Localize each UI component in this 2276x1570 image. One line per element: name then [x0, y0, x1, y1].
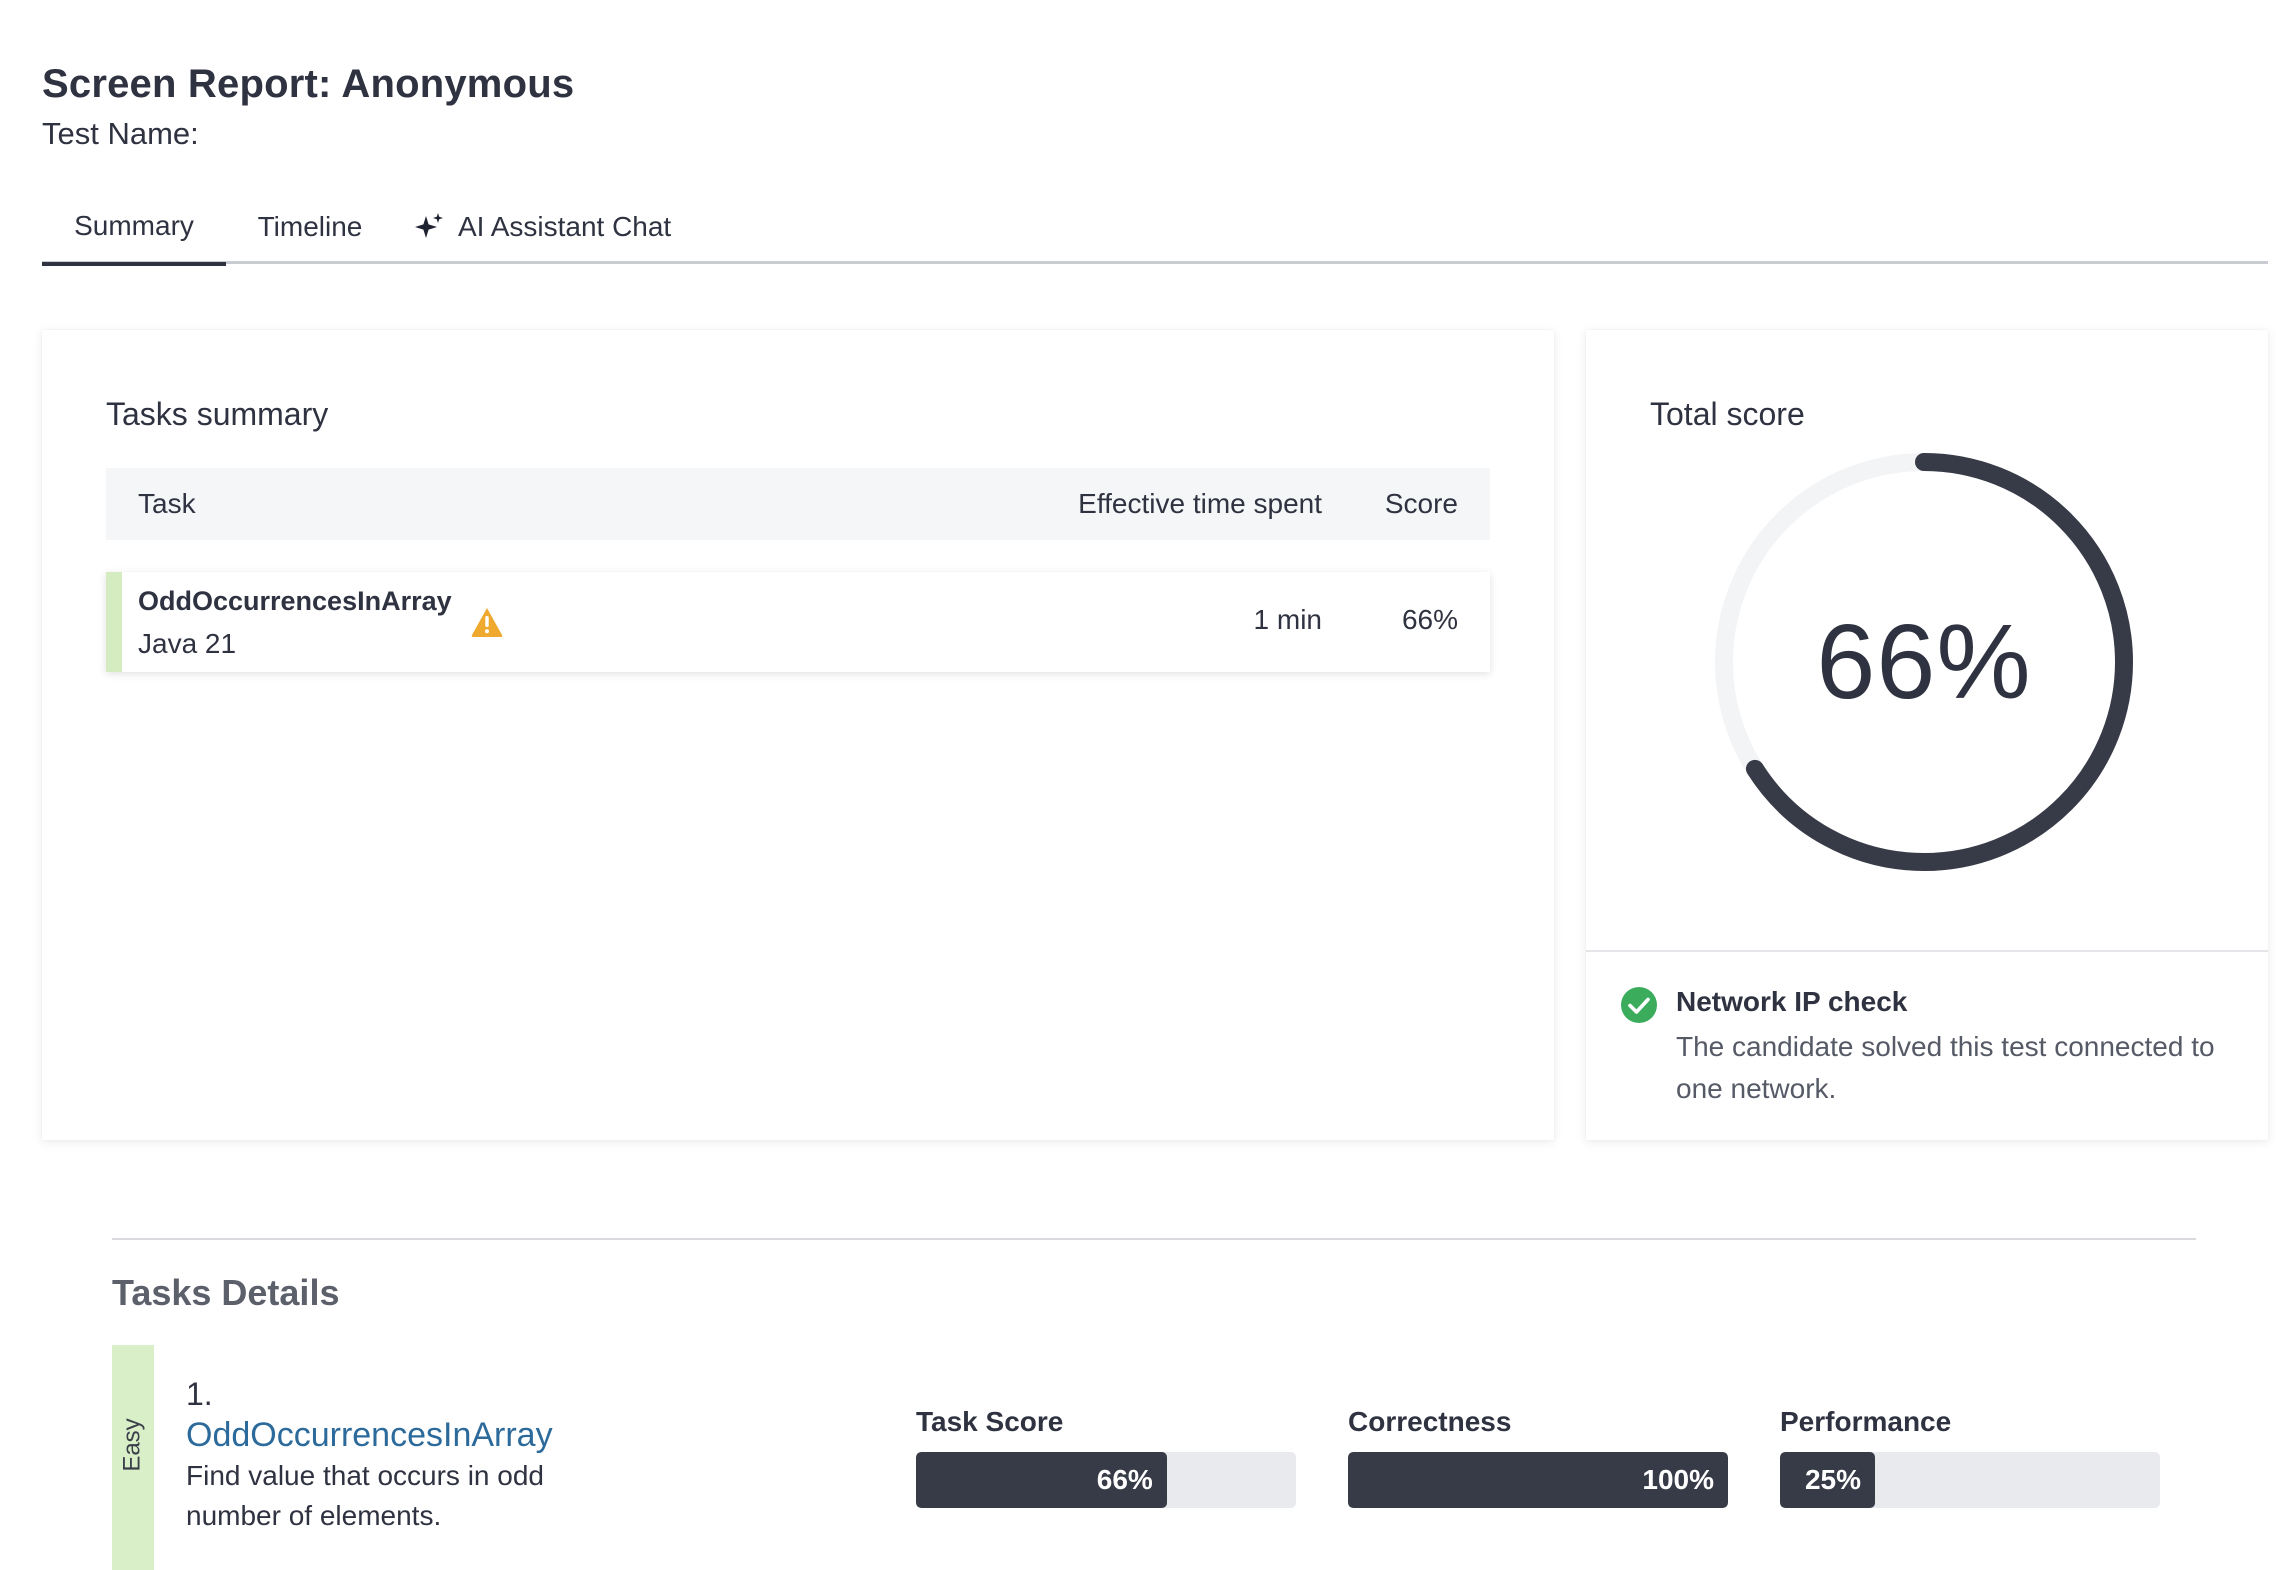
- metric-label: Performance: [1780, 1406, 1952, 1437]
- tasks-details-title: Tasks Details: [112, 1272, 340, 1313]
- divider: [112, 1238, 2196, 1240]
- metric-correctness: Correctness 100%: [1348, 1406, 1728, 1508]
- tab-timeline-label: Timeline: [257, 211, 363, 242]
- divider: [1586, 950, 2268, 952]
- metric-label: Correctness: [1348, 1406, 1512, 1437]
- task-language: Java 21: [138, 628, 237, 659]
- tasks-summary-card: Tasks summary Task Effective time spent …: [42, 330, 1554, 1140]
- metric-task-score: Task Score 66%: [916, 1406, 1296, 1508]
- report-page: Screen Report: Anonymous Test Name: Summ…: [0, 0, 2276, 1570]
- progress-bar-fill: 25%: [1780, 1452, 1875, 1508]
- progress-bar-track: 25%: [1780, 1452, 2160, 1508]
- task-score: 66%: [1401, 604, 1458, 635]
- tab-summary[interactable]: Summary: [42, 190, 226, 266]
- progress-bar-fill: 100%: [1348, 1452, 1728, 1508]
- difficulty-label-wrap: Easy: [112, 1345, 154, 1545]
- column-header-task: Task: [138, 488, 196, 519]
- tab-summary-label: Summary: [74, 210, 194, 241]
- warning-icon[interactable]: [470, 606, 504, 638]
- progress-bar-track: 100%: [1348, 1452, 1728, 1508]
- task-number: 1.: [186, 1376, 213, 1412]
- sparkle-icon: [415, 213, 443, 238]
- table-row[interactable]: OddOccurrencesInArray Java 21 1 min 66%: [106, 572, 1490, 672]
- network-ip-check-title: Network IP check: [1676, 986, 1908, 1017]
- metric-label: Task Score: [916, 1406, 1064, 1437]
- tab-timeline[interactable]: Timeline: [226, 190, 394, 264]
- metric-performance: Performance 25%: [1780, 1406, 2160, 1508]
- check-circle-icon: [1621, 987, 1657, 1023]
- total-score-value: 66%: [1816, 602, 2032, 721]
- tab-ai-label: AI Assistant Chat: [458, 211, 672, 242]
- page-title: Screen Report: Anonymous: [42, 62, 575, 106]
- task-difficulty-accent: [106, 572, 122, 672]
- tasks-summary-title: Tasks summary: [106, 396, 329, 432]
- column-header-score: Score: [1384, 488, 1458, 519]
- tab-ai-assistant-chat[interactable]: AI Assistant Chat: [414, 190, 704, 264]
- task-name: OddOccurrencesInArray: [138, 586, 452, 616]
- column-header-time: Effective time spent: [1078, 488, 1322, 519]
- progress-bar-track: 66%: [916, 1452, 1296, 1508]
- difficulty-label: Easy: [119, 1418, 147, 1472]
- tasks-table-header: Task Effective time spent Score: [106, 468, 1490, 540]
- tab-bar: Summary Timeline AI Assistant Chat: [42, 190, 2268, 266]
- progress-bar-fill: 66%: [916, 1452, 1167, 1508]
- task-detail-link[interactable]: OddOccurrencesInArray: [186, 1416, 553, 1455]
- total-score-card: Total score 66% Network IP check The can…: [1586, 330, 2268, 1140]
- total-score-title: Total score: [1650, 396, 1805, 432]
- network-ip-check-text: The candidate solved this test connected…: [1676, 1031, 2215, 1104]
- task-description: Find value that occurs in odd number of …: [186, 1460, 544, 1531]
- test-name-label: Test Name:: [42, 116, 199, 151]
- task-time-spent: 1 min: [1253, 604, 1322, 635]
